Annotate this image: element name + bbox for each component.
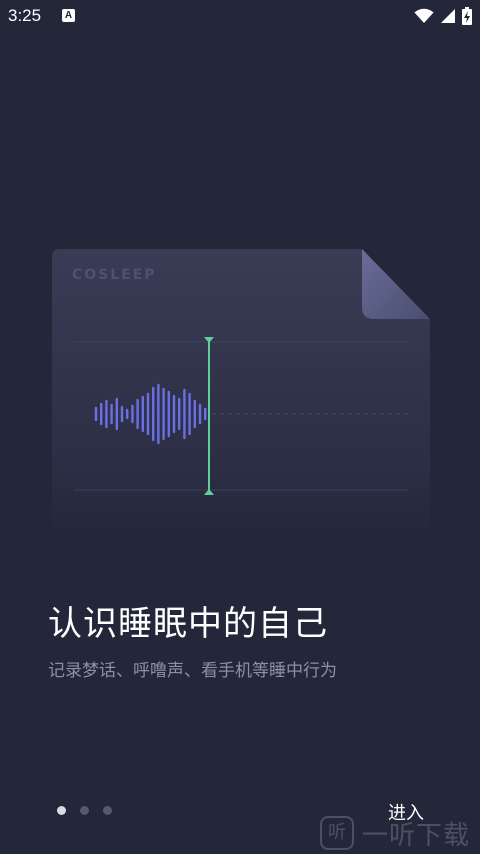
illustration-card: COSLEEP [52,249,430,539]
onboarding-subtitle: 记录梦话、呼噜声、看手机等睡中行为 [48,661,337,681]
page-dot-2 [80,806,89,815]
battery-charging-icon [462,7,472,25]
page-indicator [57,806,112,815]
cellular-signal-icon [441,9,455,23]
page-dot-1 [57,806,66,815]
card-corner-fold [362,249,430,319]
wifi-icon [414,8,434,23]
status-icons [414,6,472,26]
card-illustration [52,249,430,539]
notification-app-icon: A [62,9,75,22]
watermark-logo: 听 [320,816,354,850]
watermark-text: 一听下载 [362,820,471,851]
page-dot-3 [103,806,112,815]
status-bar: 3:25 A [0,0,480,34]
status-time: 3:25 [8,6,42,25]
watermark: 听 一听下载 [320,812,480,854]
card-brand-label: COSLEEP [72,267,157,283]
onboarding-title: 认识睡眠中的自己 [48,604,328,644]
